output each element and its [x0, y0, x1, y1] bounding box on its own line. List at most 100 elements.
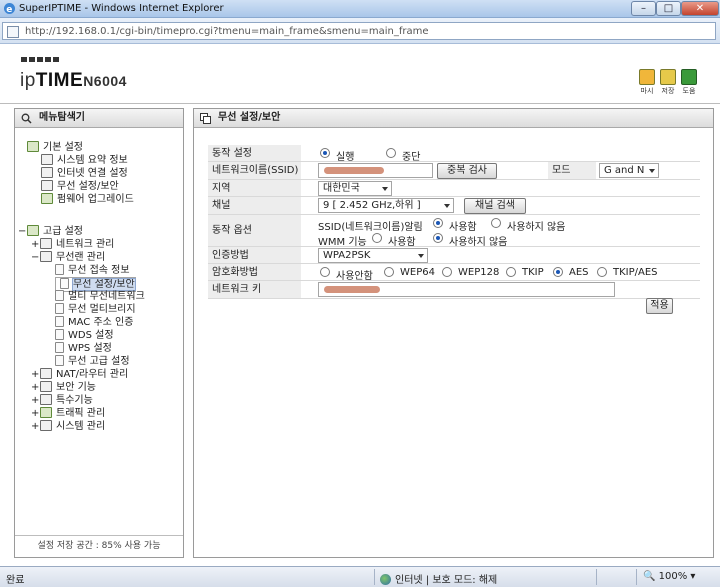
label-region: 지역 [208, 180, 301, 196]
row-options: 동작 옵션 SSID(네트워크이름)알림 사용함 사용하지 않음 WMM 기능 … [208, 215, 700, 248]
tree-wds-setup[interactable]: WDS 설정 [55, 329, 114, 342]
folder-icon [40, 394, 52, 405]
mode-select[interactable]: G and N [599, 163, 659, 178]
menu-explorer-header: 메뉴탐색기 [15, 109, 183, 128]
tree-multi-wireless[interactable]: 멀티 무선네트워크 [55, 290, 145, 303]
row-network-key: 네트워크 키 [208, 281, 700, 299]
document-icon [60, 278, 69, 289]
expand-toggle-icon[interactable]: + [31, 420, 39, 433]
chart-icon [40, 420, 52, 431]
tree-network-management[interactable]: + 네트워크 관리 [31, 238, 114, 251]
chevron-down-icon [418, 254, 424, 258]
header-save-button[interactable]: 저장 [657, 69, 679, 96]
maximize-button[interactable]: □ [656, 1, 681, 16]
tree-wireless-setup[interactable]: 무선 설정/보안 [41, 180, 119, 193]
channel-select[interactable]: 9 [ 2.452 GHz,하위 ] [318, 198, 454, 213]
auth-select[interactable]: WPA2PSK [318, 248, 428, 263]
tree-wireless-management[interactable]: − 무선랜 관리 [31, 251, 105, 264]
expand-toggle-icon[interactable]: + [31, 381, 39, 394]
tree-system-management[interactable]: + 시스템 관리 [31, 420, 105, 433]
chevron-down-icon [382, 187, 388, 191]
window-title: SuperIPTIME - Windows Internet Explorer [19, 3, 224, 14]
window-icon [200, 113, 211, 124]
network-key-input[interactable] [318, 282, 615, 297]
expand-toggle-icon[interactable]: + [31, 394, 39, 407]
back-icon [639, 69, 655, 85]
header-help-button[interactable]: 도움 [678, 69, 700, 96]
close-button[interactable]: ✕ [681, 1, 719, 16]
tree-internet-setup[interactable]: 인터넷 연결 설정 [41, 167, 128, 180]
collapse-toggle-icon[interactable]: − [18, 225, 26, 238]
tree-wireless-multibridge[interactable]: 무선 멀티브리지 [55, 303, 136, 316]
apply-button[interactable]: 적용 [646, 298, 673, 314]
wireless-icon [41, 180, 53, 191]
tree-wps-setup[interactable]: WPS 설정 [55, 342, 112, 355]
tree-system-summary[interactable]: 시스템 요약 정보 [41, 154, 128, 167]
tree-wireless-access-info[interactable]: 무선 접속 정보 [55, 264, 130, 277]
brand-logo: ipTIMEN6004 [20, 70, 127, 91]
expand-toggle-icon[interactable]: + [31, 238, 39, 251]
save-icon [660, 69, 676, 85]
address-url: http://192.168.0.1/cgi-bin/timepro.cgi?t… [25, 26, 429, 37]
tree-traffic-management[interactable]: + 트래픽 관리 [31, 407, 105, 420]
folder-gear-icon [27, 141, 39, 152]
status-text: 완료 [6, 575, 25, 586]
row-encryption: 암호화방법 사용안함 WEP64 WEP128 TKIP AES TKIP/AE… [208, 264, 700, 282]
document-icon [55, 342, 64, 353]
region-select[interactable]: 대한민국 [318, 181, 392, 196]
address-input[interactable]: http://192.168.0.1/cgi-bin/timepro.cgi?t… [2, 22, 716, 40]
radio-on-icon [433, 218, 443, 228]
tree-security[interactable]: + 보안 기능 [31, 381, 96, 394]
label-channel: 채널 [208, 197, 301, 214]
document-icon [55, 290, 64, 301]
wireless-icon [40, 251, 52, 262]
content-panel: 무선 설정/보안 동작 설정 실행 중단 네트워크이름(SSID) 중복 검사 … [193, 108, 714, 558]
document-icon [55, 316, 64, 327]
tree-nat-router[interactable]: + NAT/라우터 관리 [31, 368, 128, 381]
redacted-ssid [324, 167, 384, 174]
label-network-key: 네트워크 키 [208, 281, 301, 298]
security-zone[interactable]: 인터넷 | 보호 모드: 해제 [380, 571, 497, 586]
radio-on-icon [433, 233, 443, 243]
network-icon [40, 238, 52, 249]
chart-icon [41, 154, 53, 165]
tree-mac-auth[interactable]: MAC 주소 인증 [55, 316, 133, 329]
status-bar: 완료 인터넷 | 보호 모드: 해제 🔍 100% ▾ [0, 566, 720, 587]
collapse-toggle-icon[interactable]: − [31, 251, 39, 264]
expand-toggle-icon[interactable]: + [31, 407, 39, 420]
row-auth: 인증방법 WPA2PSK [208, 247, 700, 264]
tree-advanced-settings[interactable]: − 고급 설정 [18, 225, 83, 238]
tree-basic-settings[interactable]: 기본 설정 [27, 141, 83, 154]
radio-off-icon [384, 267, 394, 277]
expand-toggle-icon[interactable]: + [31, 368, 39, 381]
minimize-button[interactable]: – [631, 1, 656, 16]
router-icon [40, 368, 52, 379]
upgrade-icon [41, 193, 53, 204]
tree-wireless-advanced[interactable]: 무선 고급 설정 [55, 355, 130, 368]
network-icon [41, 167, 53, 178]
document-icon [55, 329, 64, 340]
header-back-button[interactable]: 마시 [636, 69, 658, 96]
label-operation: 동작 설정 [208, 145, 301, 161]
radio-off-icon [506, 267, 516, 277]
label-mode: 모드 [548, 162, 596, 179]
document-icon [55, 264, 64, 275]
page-header: ipTIMEN6004 마시 저장 도움 [0, 44, 720, 104]
logo-dots-icon [21, 57, 59, 62]
window-title-bar: e SuperIPTIME - Windows Internet Explore… [0, 0, 720, 18]
ssid-input[interactable] [318, 163, 433, 178]
row-operation: 동작 설정 실행 중단 [208, 145, 700, 163]
row-ssid: 네트워크이름(SSID) 중복 검사 모드 G and N [208, 162, 700, 180]
zoom-level[interactable]: 🔍 100% ▾ [643, 571, 695, 582]
radio-off-icon [442, 267, 452, 277]
duplicate-check-button[interactable]: 중복 검사 [437, 163, 497, 179]
chevron-down-icon [649, 169, 655, 173]
radio-off-icon [386, 148, 396, 158]
page-icon [7, 26, 19, 38]
folder-gear-icon [27, 225, 39, 236]
traffic-icon [40, 407, 52, 418]
radio-off-icon [597, 267, 607, 277]
tree-special-functions[interactable]: + 특수기능 [31, 394, 93, 407]
channel-search-button[interactable]: 채널 검색 [464, 198, 526, 214]
tree-firmware-upgrade[interactable]: 펌웨어 업그레이드 [41, 193, 134, 206]
